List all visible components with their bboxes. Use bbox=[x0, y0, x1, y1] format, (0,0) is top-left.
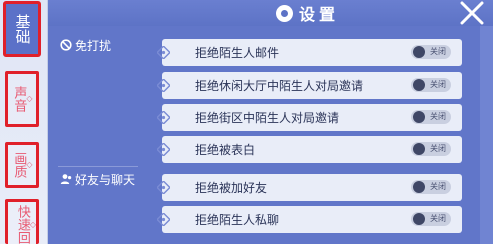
section-header-friends-chat: 好友与聊天 bbox=[60, 169, 135, 189]
page-title: 设置 bbox=[299, 5, 340, 24]
diamond-icon: ◇ bbox=[29, 219, 36, 229]
toggle-label: 关闭 bbox=[430, 80, 446, 89]
page-title-group: 设置 bbox=[276, 2, 339, 24]
friends-icon bbox=[60, 173, 72, 185]
setting-row: 拒绝陌生人邮件 关闭 bbox=[157, 39, 462, 66]
setting-label: 拒绝被表白 bbox=[195, 143, 256, 157]
sidebar-tab-quick-reply[interactable]: ◇ 快速回 bbox=[5, 199, 39, 244]
settings-panel: 免打扰 拒绝陌生人邮件 关闭 拒绝休闲大厅中陌生人对局邀请 关闭 拒绝街区中陌生… bbox=[48, 26, 493, 244]
section-divider bbox=[58, 166, 138, 167]
sidebar-tab-label: 声音 bbox=[11, 86, 27, 112]
setting-label: 拒绝休闲大厅中陌生人对局邀请 bbox=[195, 79, 364, 93]
diamond-bullet-icon bbox=[157, 213, 170, 226]
toggle-switch[interactable]: 关闭 bbox=[411, 45, 451, 59]
setting-row: 拒绝街区中陌生人对局邀请 关闭 bbox=[157, 104, 462, 131]
close-button[interactable] bbox=[455, 0, 489, 26]
setting-label: 拒绝陌生人私聊 bbox=[195, 213, 280, 227]
close-icon bbox=[460, 1, 484, 25]
panel-scroll-track[interactable] bbox=[480, 26, 493, 244]
toggle-switch[interactable]: 关闭 bbox=[411, 212, 451, 226]
setting-label: 拒绝陌生人邮件 bbox=[195, 46, 280, 60]
diamond-icon: ◇ bbox=[26, 160, 33, 169]
toggle-knob bbox=[413, 213, 425, 225]
section-label: 好友与聊天 bbox=[75, 172, 136, 187]
toggle-knob bbox=[413, 181, 425, 193]
toggle-label: 关闭 bbox=[430, 214, 446, 223]
toggle-label: 关闭 bbox=[430, 112, 446, 121]
sidebar-tab-label: 画质 bbox=[11, 152, 27, 178]
setting-label: 拒绝被加好友 bbox=[195, 181, 268, 195]
sidebar-tab-basic[interactable]: 基础 bbox=[3, 1, 41, 57]
toggle-switch[interactable]: 关闭 bbox=[411, 180, 451, 194]
diamond-icon: ◇ bbox=[26, 94, 33, 103]
toggle-label: 关闭 bbox=[430, 144, 446, 153]
toggle-knob bbox=[413, 111, 425, 123]
sidebar-tab-sound[interactable]: ◇ 声音 bbox=[5, 71, 39, 127]
toggle-label: 关闭 bbox=[430, 182, 446, 191]
setting-row: 拒绝被表白 关闭 bbox=[157, 136, 462, 163]
setting-row: 拒绝被加好友 关闭 bbox=[157, 174, 462, 201]
diamond-bullet-icon bbox=[157, 46, 170, 59]
gear-icon bbox=[276, 4, 293, 22]
toggle-switch[interactable]: 关闭 bbox=[411, 110, 451, 124]
toggle-switch[interactable]: 关闭 bbox=[411, 142, 451, 156]
diamond-bullet-icon bbox=[157, 111, 170, 124]
sidebar-tab-label: 基础 bbox=[13, 14, 32, 44]
toggle-label: 关闭 bbox=[430, 47, 446, 56]
sidebar: 基础 ◇ 声音 ◇ 画质 ◇ 快速回 bbox=[0, 0, 48, 244]
toggle-switch[interactable]: 关闭 bbox=[411, 78, 451, 92]
sidebar-tab-quality[interactable]: ◇ 画质 bbox=[5, 142, 39, 188]
toggle-knob bbox=[413, 46, 425, 58]
diamond-bullet-icon bbox=[157, 79, 170, 92]
toggle-knob bbox=[413, 143, 425, 155]
section-header-do-not-disturb: 免打扰 bbox=[60, 35, 111, 55]
sidebar-tab-label: 快速回 bbox=[14, 205, 30, 244]
toggle-knob bbox=[413, 79, 425, 91]
setting-row: 拒绝休闲大厅中陌生人对局邀请 关闭 bbox=[157, 72, 462, 99]
diamond-bullet-icon bbox=[157, 143, 170, 156]
setting-row: 拒绝陌生人私聊 关闭 bbox=[157, 206, 462, 233]
block-icon bbox=[60, 39, 72, 51]
diamond-bullet-icon bbox=[157, 181, 170, 194]
section-label: 免打扰 bbox=[75, 38, 112, 53]
header-bar: 设置 bbox=[48, 0, 493, 26]
setting-label: 拒绝街区中陌生人对局邀请 bbox=[195, 111, 340, 125]
